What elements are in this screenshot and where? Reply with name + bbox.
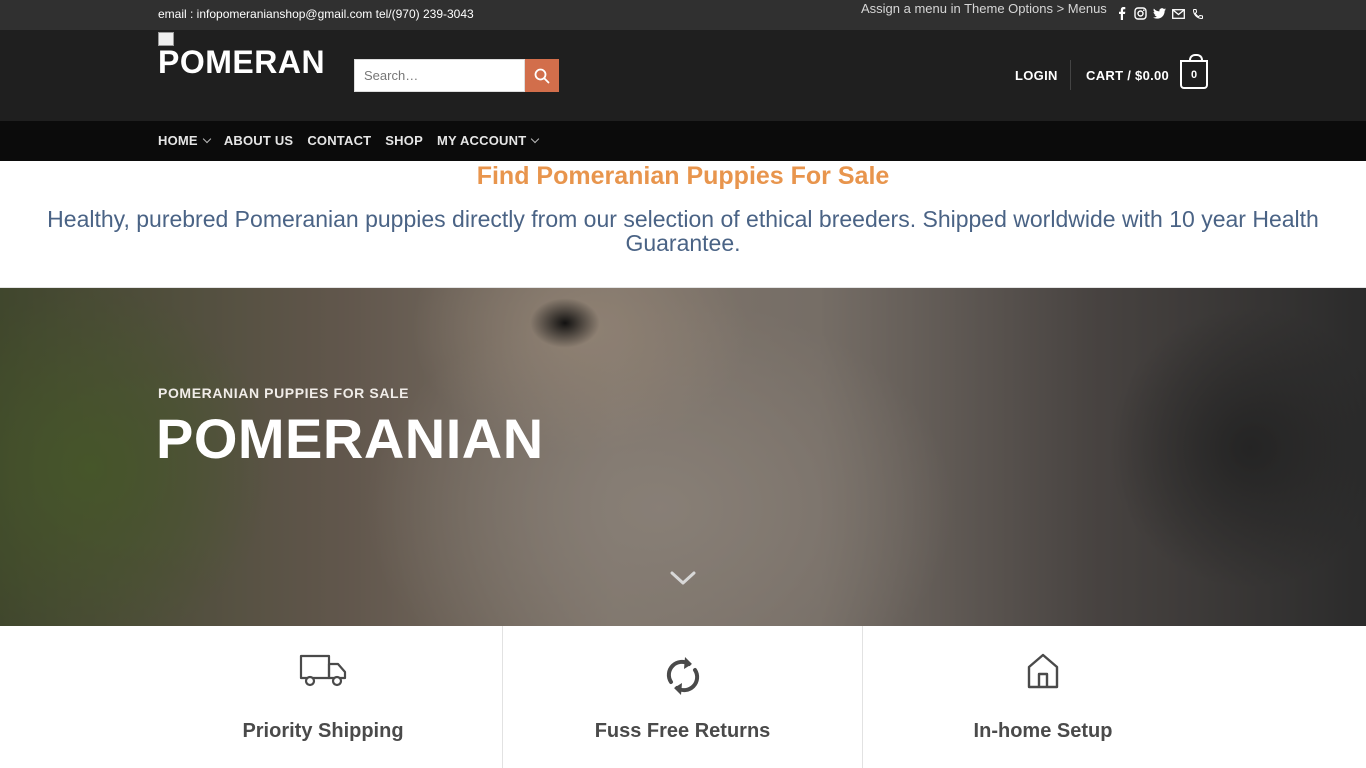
feature-title: Fuss Free Returns <box>594 720 771 742</box>
truck-icon <box>299 654 347 687</box>
main-nav: HOME ABOUT US CONTACT SHOP MY ACCOUNT <box>0 121 1366 161</box>
chevron-down-icon <box>202 134 212 144</box>
hero-title: POMERANIAN <box>156 407 544 470</box>
hero-kicker: POMERANIAN PUPPIES FOR SALE <box>158 385 410 401</box>
scroll-down-icon[interactable] <box>670 570 696 586</box>
nav-item-my-account[interactable]: MY ACCOUNT <box>437 133 540 148</box>
nav-item-shop[interactable]: SHOP <box>385 133 423 148</box>
logo-text: POMERANI <box>158 44 324 80</box>
cart-count-badge[interactable]: 0 <box>1180 54 1208 89</box>
site-header: POMERANI LOGIN CART / $0.00 0 <box>0 30 1366 121</box>
cart-link[interactable]: CART / $0.00 <box>1086 68 1169 83</box>
search-input[interactable] <box>354 59 525 92</box>
intro-title: Find Pomeranian Puppies For Sale <box>476 162 890 190</box>
search-icon <box>534 68 550 83</box>
facebook-icon[interactable] <box>1114 6 1129 21</box>
feature-in-home-setup: In-home Setup <box>863 626 1223 768</box>
feature-title: In-home Setup <box>973 720 1113 742</box>
email-icon[interactable] <box>1171 6 1186 21</box>
instagram-icon[interactable] <box>1133 6 1148 21</box>
contact-info: email : infopomeranianshop@gmail.com tel… <box>158 7 474 21</box>
phone-icon[interactable] <box>1190 6 1205 21</box>
search-button[interactable] <box>525 59 559 92</box>
chevron-down-icon <box>531 134 540 144</box>
twitter-icon[interactable] <box>1152 6 1167 21</box>
nav-item-contact[interactable]: CONTACT <box>307 133 371 148</box>
feature-fuss-free-returns: Fuss Free Returns <box>503 626 862 768</box>
login-link[interactable]: LOGIN <box>1015 68 1058 83</box>
intro-subtitle: Healthy, purebred Pomeranian puppies dir… <box>47 206 1319 256</box>
header-divider <box>1070 60 1071 90</box>
top-bar: email : infopomeranianshop@gmail.com tel… <box>0 0 1366 30</box>
refresh-icon <box>666 657 699 695</box>
menu-note: Assign a menu in Theme Options > Menus <box>861 1 1107 16</box>
nav-item-about-us[interactable]: ABOUT US <box>224 133 294 148</box>
features-row: Priority Shipping Fuss Free Returns In-h… <box>0 626 1366 768</box>
search-form <box>354 59 559 92</box>
hero-banner: POMERANIAN PUPPIES FOR SALE POMERANIAN <box>0 288 1366 626</box>
home-icon <box>1027 653 1059 689</box>
social-links <box>1114 6 1205 21</box>
site-logo[interactable]: POMERANI <box>158 32 324 80</box>
nav-item-home[interactable]: HOME <box>158 133 212 148</box>
